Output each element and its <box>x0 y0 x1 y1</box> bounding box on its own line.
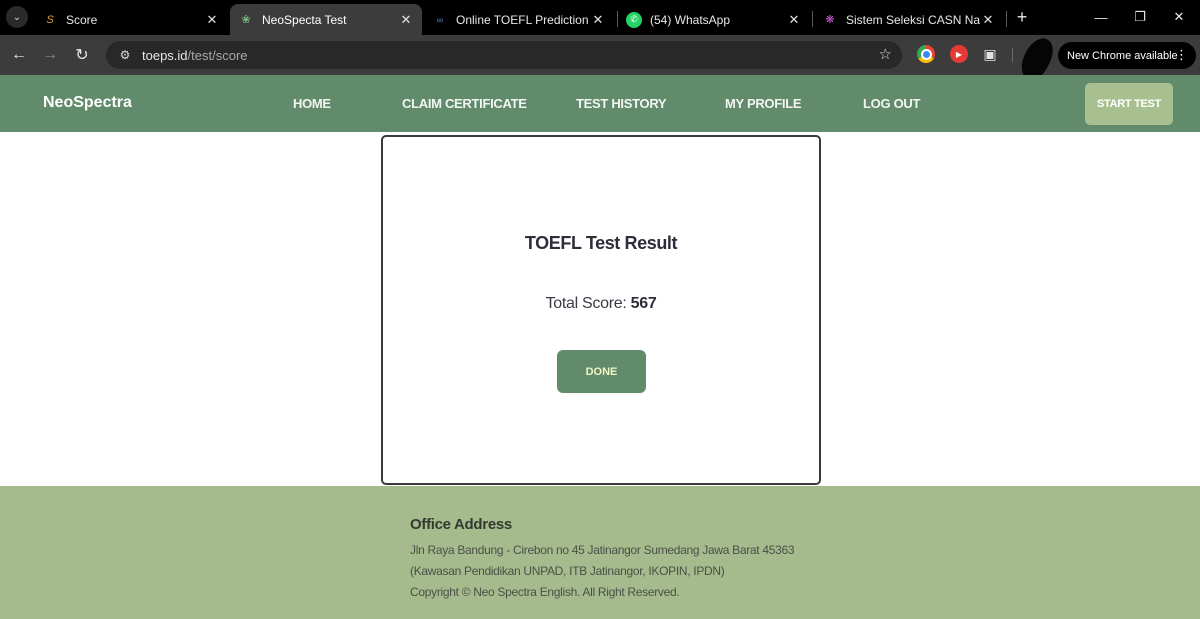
tab-toefl-prediction[interactable]: ∞ Online TOEFL Prediction Tes ✕ <box>424 4 614 35</box>
restore-icon[interactable]: ❐ <box>1121 5 1159 29</box>
tab-search-icon[interactable]: ⌄ <box>6 6 28 28</box>
browser-tab-strip: ⌄ S Score ✕ ❀ NeoSpecta Test ✕ ∞ Online … <box>0 0 1200 35</box>
footer-address-line: Jln Raya Bandung - Cirebon no 45 Jatinan… <box>410 543 795 557</box>
score-label: Total Score: <box>545 295 627 312</box>
update-label: New Chrome available <box>1067 49 1178 62</box>
nav-my-profile[interactable]: MY PROFILE <box>725 96 802 111</box>
minimize-icon[interactable]: — <box>1082 5 1120 29</box>
tab-title: (54) WhatsApp <box>650 12 731 27</box>
start-test-button[interactable]: START TEST <box>1085 83 1173 125</box>
tab-casn[interactable]: ❋ Sistem Seleksi CASN Nasiona ✕ <box>814 4 1004 35</box>
browser-toolbar: ← → ↻ ⚙ toeps.id/test/score ☆ ▶ ▣ New Ch… <box>0 33 1200 85</box>
close-icon[interactable]: ✕ <box>786 12 802 28</box>
tab-title: NeoSpecta Test <box>262 12 347 27</box>
tab-title: Online TOEFL Prediction Tes <box>456 12 590 27</box>
footer-heading: Office Address <box>410 516 512 533</box>
nav-log-out[interactable]: LOG OUT <box>863 96 920 111</box>
casn-favicon-icon: ❋ <box>825 14 835 26</box>
result-card: TOEFL Test Result Total Score: 567 DONE <box>381 135 821 485</box>
kebab-menu-icon[interactable]: ⋮ <box>1175 47 1188 63</box>
new-tab-plus-icon[interactable]: + <box>1012 6 1032 28</box>
nav-home[interactable]: HOME <box>293 96 331 111</box>
close-icon[interactable]: ✕ <box>590 12 606 28</box>
tab-title: Sistem Seleksi CASN Nasiona <box>846 12 980 27</box>
footer-copyright: Copyright © Neo Spectra English. All Rig… <box>410 585 680 599</box>
bookmark-star-icon[interactable]: ☆ <box>879 45 892 63</box>
close-icon[interactable]: ✕ <box>204 12 220 28</box>
site-footer: Office Address Jln Raya Bandung - Cirebo… <box>0 486 1200 619</box>
extensions-puzzle-icon[interactable]: ▣ <box>981 45 999 63</box>
toolbar-divider <box>1012 48 1013 62</box>
site-navbar: NeoSpectra HOME CLAIM CERTIFICATE TEST H… <box>0 75 1200 132</box>
address-bar[interactable]: ⚙ toeps.id/test/score ☆ <box>106 41 902 69</box>
tab-title: Score <box>66 12 98 27</box>
tab-neospecta-test[interactable]: ❀ NeoSpecta Test ✕ <box>230 4 422 35</box>
footer-address-note: (Kawasan Pendidikan UNPAD, ITB Jatinango… <box>410 564 725 578</box>
tab-score[interactable]: S Score ✕ <box>34 4 228 35</box>
tab-whatsapp[interactable]: ✆ (54) WhatsApp ✕ <box>618 4 810 35</box>
done-button[interactable]: DONE <box>557 350 646 393</box>
toefl-favicon-icon: ∞ <box>436 14 444 25</box>
close-icon[interactable]: ✕ <box>398 12 414 28</box>
back-arrow-icon[interactable]: ← <box>7 43 31 67</box>
result-title: TOEFL Test Result <box>524 233 678 253</box>
score-favicon-icon: S <box>46 13 54 26</box>
update-chrome-button[interactable]: New Chrome available ⋮ <box>1058 42 1196 69</box>
window-close-icon[interactable]: ✕ <box>1160 5 1198 29</box>
url-text: toeps.id/test/score <box>142 47 248 63</box>
brand-logo[interactable]: NeoSpectra <box>43 94 132 112</box>
total-score: Total Score: 567 <box>383 295 819 313</box>
reload-icon[interactable]: ↻ <box>70 43 94 67</box>
nav-claim-certificate[interactable]: CLAIM CERTIFICATE <box>402 96 527 111</box>
whatsapp-favicon-icon: ✆ <box>626 11 642 28</box>
youtube-extension-icon[interactable]: ▶ <box>950 45 968 63</box>
chrome-extension-icon[interactable] <box>917 45 935 63</box>
leaf-favicon-icon: ❀ <box>241 14 251 26</box>
site-info-icon[interactable]: ⚙ <box>112 48 138 62</box>
nav-test-history[interactable]: TEST HISTORY <box>576 96 667 111</box>
score-value: 567 <box>630 295 657 312</box>
forward-arrow-icon[interactable]: → <box>38 43 62 67</box>
close-icon[interactable]: ✕ <box>980 12 996 28</box>
tab-divider <box>1006 11 1007 27</box>
tab-divider <box>812 11 813 27</box>
